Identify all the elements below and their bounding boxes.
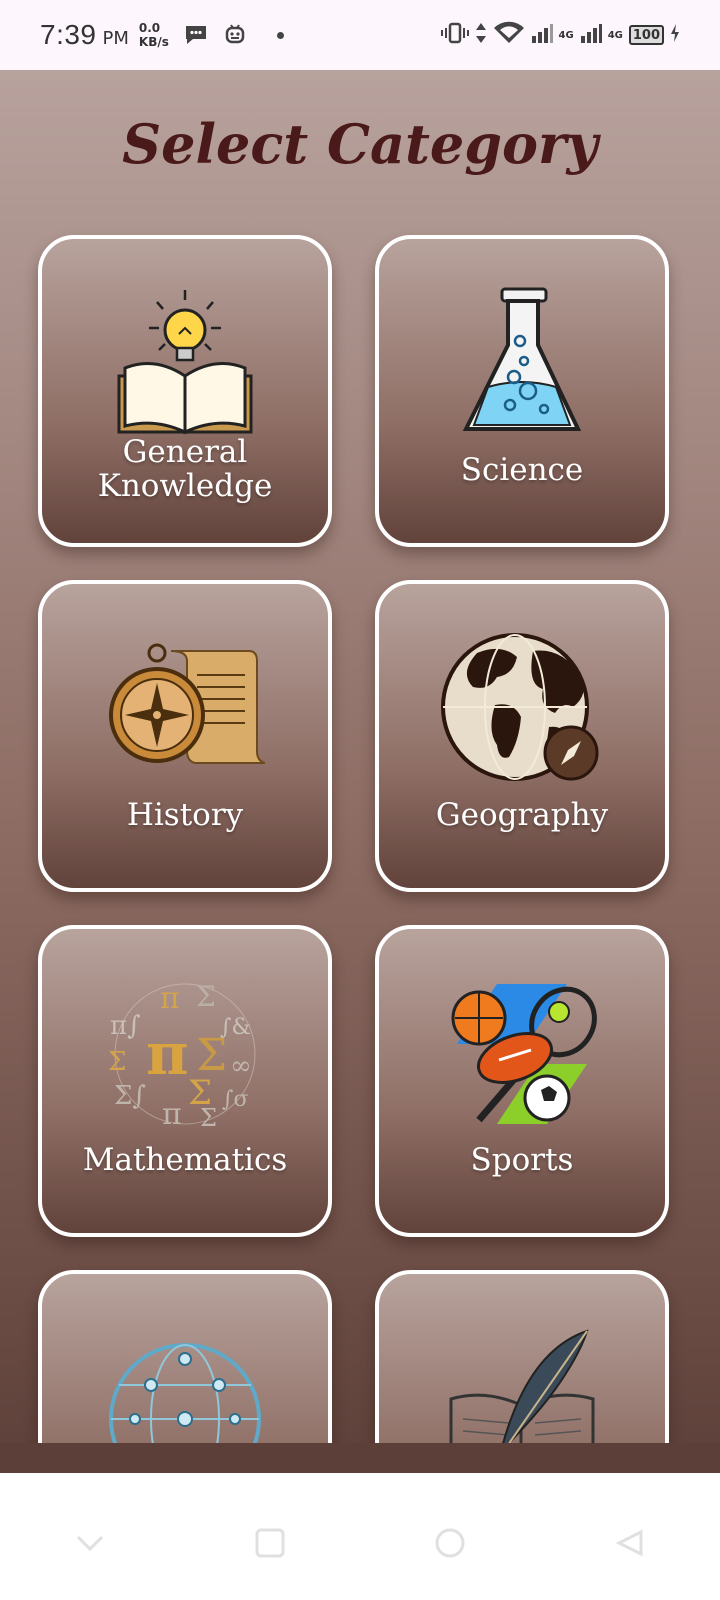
category-card-geography[interactable]: Geography xyxy=(375,580,669,892)
category-card-sports[interactable]: Sports xyxy=(375,925,669,1237)
svg-text:π: π xyxy=(146,1020,188,1088)
status-time: 7:39 xyxy=(40,19,97,50)
notification-dot-icon xyxy=(276,31,284,39)
globe-icon xyxy=(379,624,665,794)
svg-text:Σ: Σ xyxy=(200,1104,217,1132)
home-icon[interactable] xyxy=(250,1523,290,1563)
net-speed: 0.0 KB/s xyxy=(139,21,169,49)
back-triangle-icon[interactable] xyxy=(610,1523,650,1563)
compass-scroll-icon xyxy=(42,624,328,794)
svg-text:∫σ: ∫σ xyxy=(222,1087,248,1112)
status-bar: 7:39 PM 0.0 KB/s 4G 4G 100 xyxy=(0,0,720,70)
category-label: Geography xyxy=(435,797,609,833)
svg-text:∞: ∞ xyxy=(230,1051,252,1081)
math-symbols-icon: π Σ π∫ ∫& π Σ Σ ∞ Σ∫ Σ π Σ ∫σ xyxy=(42,969,328,1139)
category-label: History xyxy=(126,797,244,833)
category-label: Sports xyxy=(470,1142,574,1178)
page-title: Select Category xyxy=(122,112,598,176)
charging-bolt-icon xyxy=(670,24,680,46)
vibrate-icon xyxy=(440,22,469,48)
status-right-group: 4G 4G 100 xyxy=(440,21,680,49)
net-speed-unit: KB/s xyxy=(138,35,169,49)
network-type-2: 4G xyxy=(607,29,623,41)
battery-indicator: 100 xyxy=(628,25,664,45)
wifi-icon xyxy=(493,21,525,49)
network-type-1: 4G xyxy=(558,29,574,41)
category-card-history[interactable]: History xyxy=(38,580,332,892)
category-card-science[interactable]: Science xyxy=(375,235,669,547)
flask-icon xyxy=(379,279,665,449)
back-icon[interactable] xyxy=(70,1523,110,1563)
sports-balls-icon xyxy=(379,969,665,1139)
svg-text:π: π xyxy=(160,981,180,1016)
chat-bubble-icon xyxy=(183,23,209,47)
recents-icon[interactable] xyxy=(430,1523,470,1563)
category-card-general-knowledge[interactable]: General Knowledge xyxy=(38,235,332,547)
system-navigation-bar xyxy=(0,1473,720,1600)
svg-text:Σ: Σ xyxy=(196,980,216,1013)
svg-text:π: π xyxy=(162,1097,182,1132)
category-label: Science xyxy=(460,452,584,488)
net-speed-value: 0.0 xyxy=(138,21,161,35)
category-label: General Knowledge xyxy=(97,434,273,504)
signal-icon-1 xyxy=(531,22,553,48)
status-ampm: PM xyxy=(102,27,129,49)
category-screen: Select Category General Knowledge Scienc… xyxy=(0,70,720,1473)
bottom-bar xyxy=(0,1443,720,1473)
svg-text:Σ∫: Σ∫ xyxy=(114,1081,146,1111)
android-robot-icon xyxy=(223,22,247,48)
svg-text:π∫: π∫ xyxy=(110,1011,141,1041)
data-arrows-icon xyxy=(475,21,487,49)
signal-icon-2 xyxy=(580,22,602,48)
svg-text:Σ: Σ xyxy=(108,1047,126,1077)
category-card-mathematics[interactable]: π Σ π∫ ∫& π Σ Σ ∞ Σ∫ Σ π Σ ∫σ Mathematic… xyxy=(38,925,332,1237)
category-label: Mathematics xyxy=(82,1142,288,1178)
book-lightbulb-icon xyxy=(42,279,328,449)
